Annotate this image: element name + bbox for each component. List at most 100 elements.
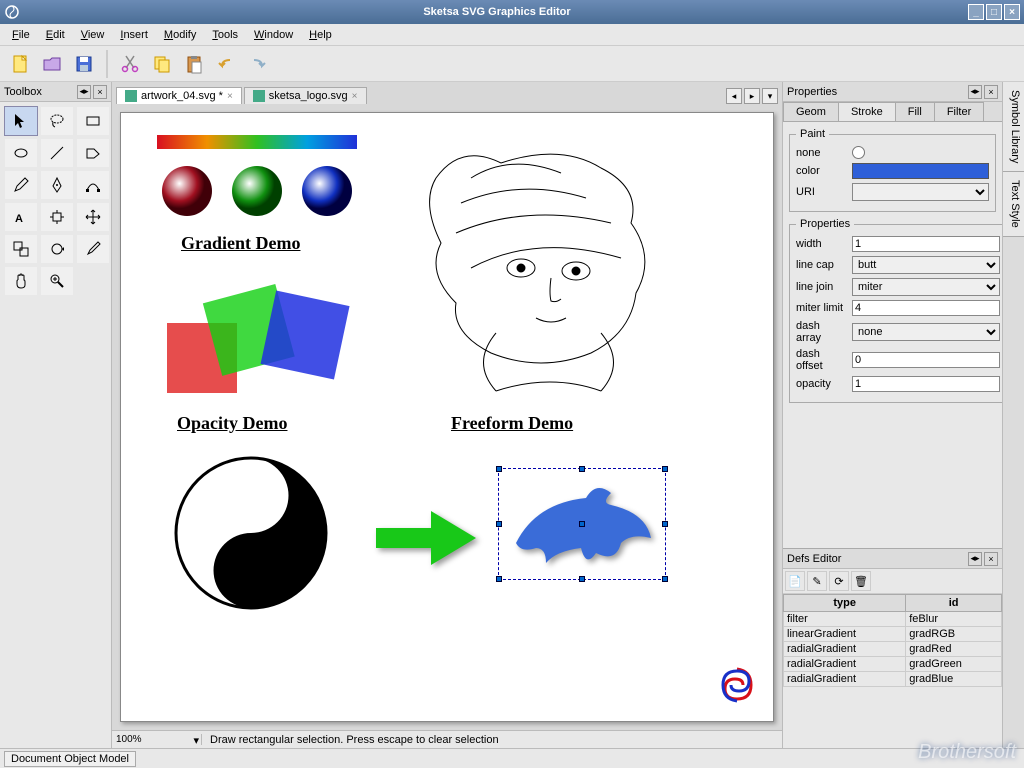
tab-fill[interactable]: Fill (895, 102, 935, 121)
defs-pin-icon[interactable]: ◂▸ (968, 552, 982, 566)
opacity-squares (157, 283, 377, 403)
svg-text:A: A (15, 213, 23, 225)
dom-button[interactable]: Document Object Model (4, 751, 136, 767)
tab-filter[interactable]: Filter (934, 102, 984, 121)
right-panels: Properties ◂▸ × Geom Stroke Fill Filter … (782, 82, 1002, 748)
linejoin-select[interactable]: miter (852, 278, 1000, 296)
toolbox-close-icon[interactable]: × (93, 85, 107, 99)
rect-tool[interactable] (76, 106, 110, 136)
properties-close-icon[interactable]: × (984, 85, 998, 99)
table-row[interactable]: filterfeBlur (784, 612, 1002, 627)
close-button[interactable]: × (1004, 4, 1020, 20)
maximize-button[interactable]: □ (986, 4, 1002, 20)
minimize-button[interactable]: _ (968, 4, 984, 20)
defs-edit-button[interactable]: ✎ (807, 571, 827, 591)
dasharray-select[interactable]: none (852, 323, 1000, 341)
menu-tools[interactable]: Tools (206, 27, 244, 43)
width-input[interactable] (852, 236, 1000, 252)
eyedropper-tool[interactable] (76, 234, 110, 264)
group-tool[interactable] (4, 234, 38, 264)
tool-grid: A (0, 102, 111, 300)
tab-artwork[interactable]: artwork_04.svg * × (116, 87, 242, 104)
linecap-select[interactable]: butt (852, 256, 1000, 274)
node-tool[interactable] (76, 170, 110, 200)
defs-table: typeid filterfeBlur linearGradientgradRG… (783, 594, 1002, 687)
canvas[interactable]: Gradient Demo Opacity Demo (120, 112, 774, 722)
rotate-tool[interactable] (40, 234, 74, 264)
zoom-dropdown-icon[interactable]: ▾ (193, 734, 199, 747)
text-tool[interactable]: A (4, 202, 38, 232)
move-tool[interactable] (76, 202, 110, 232)
ellipse-tool[interactable] (4, 138, 38, 168)
dashoffset-input[interactable] (852, 352, 1000, 368)
right-side-tabs: Symbol Library Text Style (1002, 82, 1024, 748)
tab-prev-button[interactable]: ◂ (726, 88, 742, 104)
copy-button[interactable] (148, 50, 176, 78)
cut-button[interactable] (116, 50, 144, 78)
gradient-bar (157, 135, 357, 149)
pen-tool[interactable] (40, 170, 74, 200)
opacity-input[interactable] (852, 376, 1000, 392)
undo-button[interactable] (212, 50, 240, 78)
freeform-sketch (401, 123, 691, 403)
tab-close-icon[interactable]: × (227, 91, 233, 102)
hand-tool[interactable] (4, 266, 38, 296)
select-tool[interactable] (4, 106, 38, 136)
swirl-logo-icon (717, 665, 757, 705)
miter-input[interactable] (852, 300, 1000, 316)
line-tool[interactable] (40, 138, 74, 168)
properties-pin-icon[interactable]: ◂▸ (968, 85, 982, 99)
selection-box[interactable] (498, 468, 666, 580)
menu-view[interactable]: View (75, 27, 111, 43)
status-bar: ▾ Draw rectangular selection. Press esca… (112, 730, 782, 748)
polygon-tool[interactable] (76, 138, 110, 168)
paint-none-radio[interactable] (852, 146, 865, 159)
opacity-demo-label: Opacity Demo (177, 413, 287, 434)
transform-tool[interactable] (40, 202, 74, 232)
tab-sketsa-logo[interactable]: sketsa_logo.svg × (244, 87, 367, 104)
paste-button[interactable] (180, 50, 208, 78)
properties-title: Properties (787, 86, 837, 98)
new-button[interactable] (6, 50, 34, 78)
tab-close-icon[interactable]: × (352, 91, 358, 102)
tab-geom[interactable]: Geom (783, 102, 839, 121)
tab-text-style[interactable]: Text Style (1003, 172, 1024, 237)
menu-insert[interactable]: Insert (114, 27, 154, 43)
table-row[interactable]: radialGradientgradGreen (784, 657, 1002, 672)
zoom-control[interactable]: ▾ (112, 734, 202, 745)
tab-list-button[interactable]: ▾ (762, 88, 778, 104)
app-icon (4, 4, 20, 20)
tab-stroke[interactable]: Stroke (838, 102, 896, 121)
zoom-input[interactable] (116, 734, 176, 745)
table-row[interactable]: radialGradientgradRed (784, 642, 1002, 657)
titlebar: Sketsa SVG Graphics Editor _ □ × (0, 0, 1024, 24)
defs-delete-button[interactable]: 🗑 (851, 571, 871, 591)
tab-symbol-library[interactable]: Symbol Library (1003, 82, 1024, 172)
menu-file[interactable]: File (6, 27, 36, 43)
toolbox-title: Toolbox (4, 86, 42, 98)
open-button[interactable] (38, 50, 66, 78)
menu-window[interactable]: Window (248, 27, 299, 43)
menu-edit[interactable]: Edit (40, 27, 71, 43)
table-row[interactable]: linearGradientgradRGB (784, 627, 1002, 642)
window-title: Sketsa SVG Graphics Editor (26, 6, 968, 18)
save-button[interactable] (70, 50, 98, 78)
file-icon (125, 90, 137, 102)
defs-new-button[interactable]: 📄 (785, 571, 805, 591)
zoom-tool[interactable] (40, 266, 74, 296)
main-toolbar (0, 46, 1024, 82)
color-swatch[interactable] (852, 163, 989, 179)
status-message: Draw rectangular selection. Press escape… (202, 734, 507, 746)
yinyang-icon (171, 453, 331, 613)
defs-close-icon[interactable]: × (984, 552, 998, 566)
redo-button[interactable] (244, 50, 272, 78)
tab-next-button[interactable]: ▸ (744, 88, 760, 104)
toolbox-pin-icon[interactable]: ◂▸ (77, 85, 91, 99)
menu-modify[interactable]: Modify (158, 27, 202, 43)
defs-refresh-button[interactable]: ⟳ (829, 571, 849, 591)
lasso-tool[interactable] (40, 106, 74, 136)
table-row[interactable]: radialGradientgradBlue (784, 672, 1002, 687)
pencil-tool[interactable] (4, 170, 38, 200)
menu-help[interactable]: Help (303, 27, 338, 43)
uri-select[interactable] (852, 183, 989, 201)
